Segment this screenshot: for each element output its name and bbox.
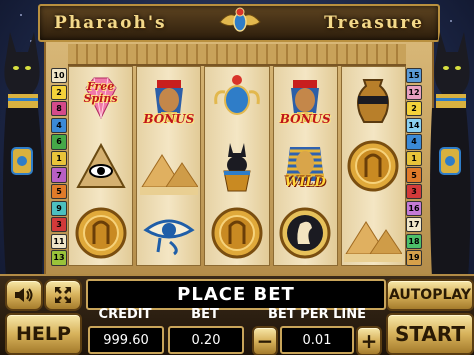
reel-symbol-cell: Free Spins bbox=[69, 67, 132, 132]
payline-marker: 16 bbox=[406, 200, 422, 216]
reel-symbol-cell bbox=[69, 200, 132, 265]
credit-value: 999.60 bbox=[88, 326, 164, 354]
game-screen: Free Spins BONUS BONUS WILD 10 2 8 4 6 1 7 5 9 3 11 13… bbox=[0, 0, 474, 355]
bet-label: BET bbox=[191, 307, 219, 322]
anubis-urn-icon bbox=[223, 143, 251, 192]
autoplay-button[interactable]: AUTOPLAY bbox=[386, 279, 474, 311]
payline-marker: 4 bbox=[51, 117, 67, 133]
payline-marker: 13 bbox=[51, 250, 67, 266]
help-button[interactable]: HELP bbox=[5, 313, 82, 355]
reel: Free Spins bbox=[68, 66, 134, 266]
reel: BONUS bbox=[136, 66, 202, 266]
sound-toggle-button[interactable] bbox=[5, 279, 43, 311]
reel-symbol-cell bbox=[342, 200, 405, 265]
payline-marker: 12 bbox=[406, 84, 422, 100]
title-text-left: Pharaoh's bbox=[54, 13, 167, 33]
star bbox=[450, 20, 452, 22]
payline-marker: 1 bbox=[406, 150, 422, 167]
eye-pyramid-icon bbox=[75, 142, 126, 188]
reel bbox=[204, 66, 270, 266]
payline-marker: 3 bbox=[51, 217, 67, 233]
scarab-amulet-icon bbox=[214, 75, 260, 116]
gold-coin-icon bbox=[211, 207, 263, 259]
reel-symbol-cell bbox=[342, 67, 405, 132]
speaker-icon bbox=[15, 288, 33, 302]
payline-marker: 2 bbox=[51, 84, 67, 100]
bastet-cat-statue-right bbox=[430, 32, 471, 278]
start-button[interactable]: START bbox=[386, 313, 474, 355]
increase-bet-button[interactable]: + bbox=[356, 326, 382, 355]
payline-markers-right: 15 12 2 14 4 1 5 3 16 17 18 19 bbox=[406, 68, 422, 266]
pyramids-icon bbox=[344, 220, 403, 262]
payline-marker: 18 bbox=[406, 233, 422, 249]
message-display: PLACE BET bbox=[86, 279, 386, 310]
payline-marker: 1 bbox=[51, 150, 67, 167]
reel-symbol-cell bbox=[205, 200, 268, 265]
bastet-cat-statue-left bbox=[3, 32, 44, 278]
reel-symbol-cell bbox=[274, 200, 337, 265]
payline-marker: 10 bbox=[51, 68, 67, 84]
symbol-label: BONUS bbox=[143, 111, 195, 126]
payline-marker: 8 bbox=[51, 101, 67, 117]
reel-symbol-cell: BONUS bbox=[274, 67, 337, 132]
fullscreen-button[interactable] bbox=[44, 279, 82, 311]
reel-symbol-cell bbox=[69, 134, 132, 199]
reel-symbol-cell bbox=[342, 134, 405, 199]
payline-marker: 19 bbox=[406, 250, 422, 266]
payline-marker: 9 bbox=[51, 200, 67, 216]
symbol-label: Free Spins bbox=[83, 80, 118, 105]
expand-arrows-icon bbox=[55, 287, 71, 303]
payline-marker: 7 bbox=[51, 167, 67, 183]
credit-label: CREDIT bbox=[98, 307, 152, 322]
payline-marker: 3 bbox=[406, 184, 422, 200]
bet-per-line-label: BET PER LINE bbox=[267, 307, 366, 322]
symbol-label: WILD bbox=[284, 175, 326, 191]
bet-per-line-value: 0.01 bbox=[280, 326, 354, 354]
title-banner: Pharaoh's Treasure bbox=[38, 4, 440, 42]
urn-icon bbox=[357, 79, 390, 124]
title-text-right: Treasure bbox=[324, 13, 424, 33]
payline-markers-left: 10 2 8 4 6 1 7 5 9 3 11 13 bbox=[51, 68, 67, 266]
gold-coin-icon bbox=[347, 140, 399, 192]
reel-symbol-cell: WILD bbox=[274, 134, 337, 199]
reel-symbol-cell bbox=[137, 134, 200, 199]
bet-value: 0.20 bbox=[168, 326, 244, 354]
payline-marker: 14 bbox=[406, 117, 422, 133]
eye-of-horus-icon bbox=[143, 219, 195, 255]
symbol-label: BONUS bbox=[279, 111, 331, 126]
reel bbox=[340, 66, 407, 266]
frieze-decoration bbox=[68, 44, 406, 66]
reel-symbol-cell bbox=[205, 134, 268, 199]
pyramids-icon bbox=[139, 154, 198, 195]
star bbox=[20, 14, 22, 16]
cameo-coin-icon bbox=[279, 207, 331, 259]
payline-marker: 5 bbox=[406, 167, 422, 183]
payline-marker: 15 bbox=[406, 68, 422, 84]
reel-symbol-cell bbox=[137, 200, 200, 265]
payline-marker: 4 bbox=[406, 134, 422, 150]
payline-marker: 2 bbox=[406, 101, 422, 117]
payline-marker: 11 bbox=[51, 233, 67, 249]
payline-marker: 6 bbox=[51, 134, 67, 150]
reel-symbol-cell bbox=[205, 67, 268, 132]
payline-marker: 5 bbox=[51, 184, 67, 200]
gold-coin-icon bbox=[75, 207, 127, 259]
winged-scarab-icon bbox=[219, 7, 261, 32]
reel: BONUS WILD bbox=[272, 66, 338, 266]
decrease-bet-button[interactable]: − bbox=[252, 326, 278, 355]
reel-symbol-cell: BONUS bbox=[137, 67, 200, 132]
reel-area: Free Spins BONUS BONUS WILD bbox=[68, 66, 407, 266]
payline-marker: 17 bbox=[406, 217, 422, 233]
